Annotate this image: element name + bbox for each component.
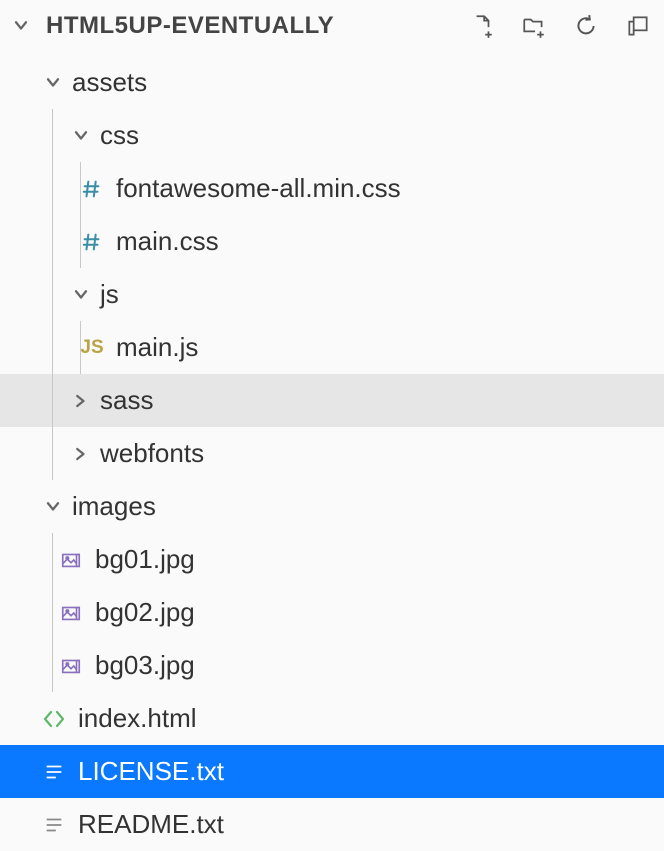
folder-label: images: [72, 491, 156, 522]
css-file-icon: [78, 231, 106, 253]
image-file-icon: [57, 602, 85, 624]
image-file-icon: [57, 655, 85, 677]
file-bg03[interactable]: bg03.jpg: [0, 639, 664, 692]
css-file-icon: [78, 178, 106, 200]
explorer-panel: HTML5UP-EVENTUALLY: [0, 0, 664, 851]
folder-label: css: [100, 120, 139, 151]
chevron-down-icon: [68, 126, 94, 146]
text-file-icon: [40, 761, 68, 783]
folder-sass[interactable]: sass: [0, 374, 664, 427]
file-label: bg01.jpg: [95, 544, 195, 575]
file-label: LICENSE.txt: [78, 756, 224, 787]
file-readme-txt[interactable]: README.txt: [0, 798, 664, 851]
folder-css[interactable]: css: [0, 109, 664, 162]
image-file-icon: [57, 549, 85, 571]
refresh-button[interactable]: [572, 12, 600, 40]
collapse-all-button[interactable]: [624, 12, 652, 40]
file-license-txt[interactable]: LICENSE.txt: [0, 745, 664, 798]
file-main-js[interactable]: JS main.js: [0, 321, 664, 374]
file-fontawesome-css[interactable]: fontawesome-all.min.css: [0, 162, 664, 215]
file-label: index.html: [78, 703, 197, 734]
file-label: bg03.jpg: [95, 650, 195, 681]
project-title: HTML5UP-EVENTUALLY: [46, 12, 334, 40]
file-label: main.css: [116, 226, 219, 257]
explorer-header: HTML5UP-EVENTUALLY: [0, 0, 664, 52]
file-label: fontawesome-all.min.css: [116, 173, 401, 204]
folder-assets[interactable]: assets: [0, 56, 664, 109]
folder-js[interactable]: js: [0, 268, 664, 321]
js-file-icon: JS: [78, 337, 106, 359]
folder-images[interactable]: images: [0, 480, 664, 533]
chevron-right-icon: [68, 391, 94, 411]
collapse-root-icon[interactable]: [8, 16, 34, 36]
folder-label: assets: [72, 67, 147, 98]
folder-label: webfonts: [100, 438, 204, 469]
folder-webfonts[interactable]: webfonts: [0, 427, 664, 480]
file-main-css[interactable]: main.css: [0, 215, 664, 268]
file-label: main.js: [116, 332, 198, 363]
file-tree: assets css fontawesome-all.min.css main.…: [0, 52, 664, 851]
file-index-html[interactable]: index.html: [0, 692, 664, 745]
folder-label: sass: [100, 385, 153, 416]
file-bg02[interactable]: bg02.jpg: [0, 586, 664, 639]
chevron-down-icon: [40, 73, 66, 93]
new-folder-button[interactable]: [520, 12, 548, 40]
new-file-button[interactable]: [468, 12, 496, 40]
chevron-down-icon: [40, 497, 66, 517]
text-file-icon: [40, 814, 68, 836]
html-file-icon: [40, 707, 68, 731]
chevron-down-icon: [68, 285, 94, 305]
chevron-right-icon: [68, 444, 94, 464]
file-label: bg02.jpg: [95, 597, 195, 628]
file-label: README.txt: [78, 809, 224, 840]
folder-label: js: [100, 279, 119, 310]
file-bg01[interactable]: bg01.jpg: [0, 533, 664, 586]
